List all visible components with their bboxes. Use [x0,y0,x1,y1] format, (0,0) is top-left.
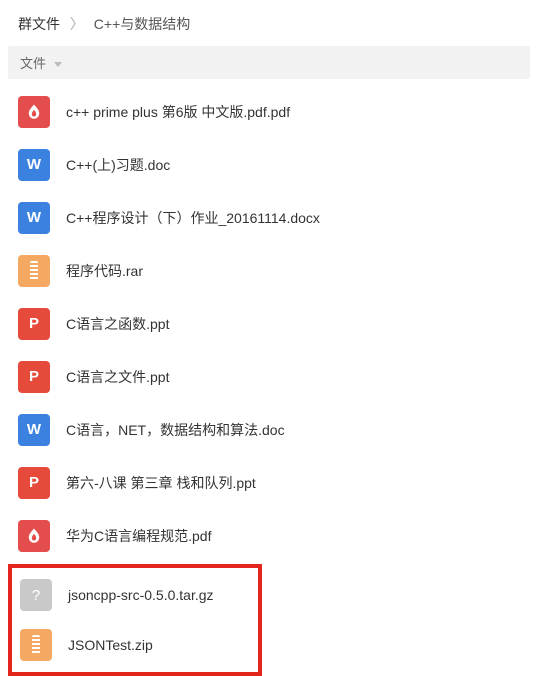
file-row[interactable]: 华为C语言编程规范.pdf [8,509,530,562]
ppt-icon: P [18,308,50,340]
file-row[interactable]: W C++程序设计（下）作业_20161114.docx [8,191,530,244]
doc-icon: W [18,149,50,181]
file-row[interactable]: ? jsoncpp-src-0.5.0.tar.gz [14,570,256,620]
file-row[interactable]: P C语言之文件.ppt [8,350,530,403]
ppt-icon: P [18,467,50,499]
file-list: c++ prime plus 第6版 中文版.pdf.pdf W C++(上)习… [0,85,538,676]
chevron-right-icon: 〉 [70,16,84,32]
pdf-icon [18,520,50,552]
file-name: C语言之函数.ppt [66,314,169,334]
file-name: C语言，NET，数据结构和算法.doc [66,420,285,440]
doc-icon: W [18,414,50,446]
file-row[interactable]: W C++(上)习题.doc [8,138,530,191]
file-row[interactable]: c++ prime plus 第6版 中文版.pdf.pdf [8,85,530,138]
file-name: 第六-八课 第三章 栈和队列.ppt [66,473,256,493]
file-name: jsoncpp-src-0.5.0.tar.gz [68,587,214,603]
file-row[interactable]: P 第六-八课 第三章 栈和队列.ppt [8,456,530,509]
breadcrumb-root[interactable]: 群文件 [18,16,60,32]
file-name: 程序代码.rar [66,261,143,281]
file-name: C++(上)习题.doc [66,155,170,175]
file-row[interactable]: W C语言，NET，数据结构和算法.doc [8,403,530,456]
file-name: c++ prime plus 第6版 中文版.pdf.pdf [66,102,290,122]
doc-icon: W [18,202,50,234]
file-row[interactable]: JSONTest.zip [14,620,256,670]
breadcrumb-current: C++与数据结构 [94,16,190,32]
unknown-file-icon: ? [20,579,52,611]
archive-icon [18,255,50,287]
ppt-icon: P [18,361,50,393]
breadcrumb: 群文件 〉 C++与数据结构 [0,0,538,46]
column-header-name[interactable]: 文件 [8,46,530,79]
sort-caret-icon [54,62,62,67]
file-name: JSONTest.zip [68,637,153,653]
file-row[interactable]: P C语言之函数.ppt [8,297,530,350]
file-row[interactable]: 程序代码.rar [8,244,530,297]
highlight-annotation: ? jsoncpp-src-0.5.0.tar.gz JSONTest.zip [8,564,262,676]
column-header-label: 文件 [20,56,46,71]
pdf-icon [18,96,50,128]
file-name: C++程序设计（下）作业_20161114.docx [66,208,320,228]
file-name: C语言之文件.ppt [66,367,169,387]
file-name: 华为C语言编程规范.pdf [66,526,211,546]
archive-icon [20,629,52,661]
